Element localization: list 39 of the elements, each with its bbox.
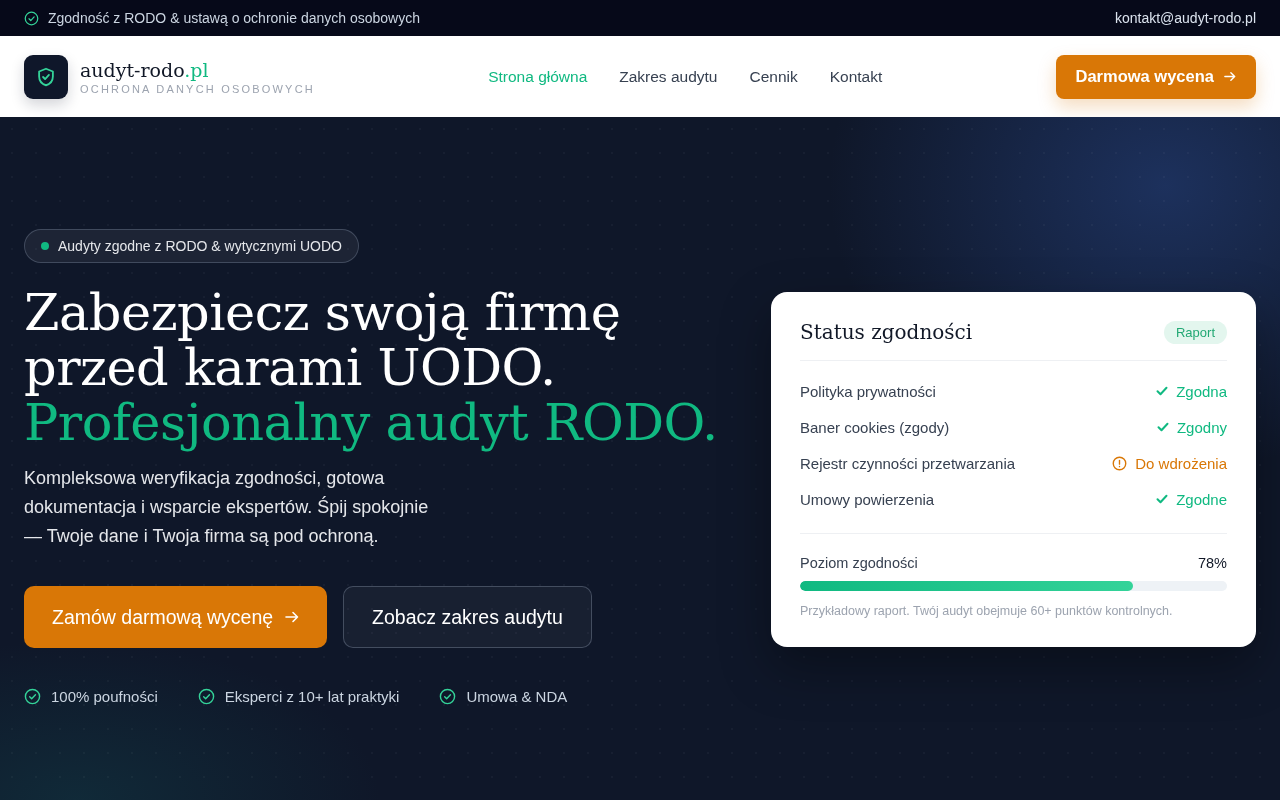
check-icon bbox=[1156, 386, 1169, 396]
card-title: Status zgodności bbox=[800, 320, 973, 344]
checklist-label: Rejestr czynności przetwarzania bbox=[800, 454, 1016, 472]
dot-icon bbox=[41, 242, 49, 250]
checklist-label: Umowy powierzenia bbox=[800, 490, 935, 508]
status-text: Zgodny bbox=[1176, 418, 1227, 436]
nav-link[interactable]: Kontakt bbox=[829, 67, 883, 86]
check-circle-icon bbox=[24, 688, 41, 705]
trust-label: Eksperci z 10+ lat praktyki bbox=[224, 688, 400, 705]
compliance-label: Poziom zgodności bbox=[800, 555, 918, 571]
shield-logo-icon[interactable] bbox=[24, 54, 68, 99]
check-icon bbox=[1156, 494, 1169, 504]
status-text: Zgodne bbox=[1176, 490, 1227, 508]
badge-text: Audyty zgodne z RODO & wytycznymi UODO bbox=[58, 238, 342, 254]
hero-description: Kompleksowa weryfikacja zgodności, gotowa dokumentacja i wsparcie ekspertów. Śpij spokojnie — Twoje dane i Twoja firma są pod ochroną. bbox=[24, 467, 430, 548]
check-circle-icon bbox=[197, 688, 215, 705]
status-text: Zgodna bbox=[1176, 382, 1227, 400]
brand-name[interactable]: audyt-rodo.pl bbox=[80, 58, 315, 81]
checklist-label: Polityka prywatności bbox=[800, 382, 936, 400]
warning-icon bbox=[1112, 455, 1128, 471]
check-circle-icon bbox=[24, 10, 39, 26]
report-tag: Raport bbox=[1163, 320, 1227, 344]
check-circle-icon bbox=[439, 688, 457, 705]
report-note: Przykładowy raport. Twój audyt obejmuje 60+ punktów kontrolnych. bbox=[800, 604, 1174, 618]
trust-label: 100% poufności bbox=[51, 688, 158, 705]
nav-link[interactable]: Zakres audytu bbox=[619, 67, 718, 86]
arrow-right-icon bbox=[285, 611, 300, 623]
audit-scope-button[interactable]: Zobacz zakres audytu bbox=[343, 586, 592, 648]
trust-label: Umowa & NDA bbox=[466, 688, 568, 705]
nav-link[interactable]: Cennik bbox=[749, 67, 798, 86]
email-link[interactable]: kontakt@audyt-rodo.pl bbox=[1114, 10, 1256, 26]
hero-heading: Zabezpiecz swoją firmę przed karami UODO. Profesjonalny audyt RODO. bbox=[24, 285, 718, 450]
status-text: Do wdrożenia bbox=[1135, 454, 1227, 472]
arrow-right-icon bbox=[1224, 71, 1236, 82]
checklist-label: Baner cookies (zgody) bbox=[800, 418, 950, 436]
brand-tagline: OCHRONA DANYCH OSOBOWYCH bbox=[80, 82, 315, 95]
compliance-percent: 78% bbox=[1197, 555, 1227, 571]
check-icon bbox=[1156, 422, 1169, 432]
compliance-notice: Zgodność z RODO & ustawą o ochronie danych osobowych bbox=[48, 10, 420, 26]
